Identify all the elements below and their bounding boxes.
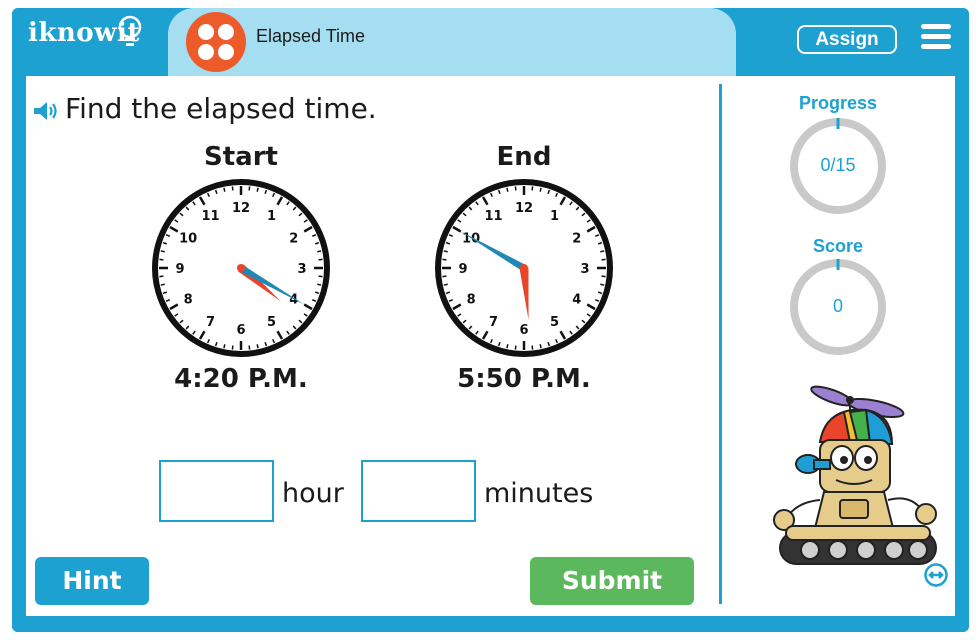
end-label: End xyxy=(496,142,552,172)
end-tick xyxy=(443,250,448,253)
start-clock-number: 3 xyxy=(297,262,306,277)
end-tick xyxy=(539,344,542,349)
lightbulb-logo-icon xyxy=(118,15,142,46)
minutes-label: minutes xyxy=(484,478,594,509)
end-clock: 121234567891011 xyxy=(435,179,613,357)
end-tick xyxy=(539,187,542,192)
lesson-title: Elapsed Time xyxy=(256,26,366,46)
end-clock-number: 12 xyxy=(515,201,533,216)
end-tick xyxy=(506,344,509,349)
hamburger-menu-icon[interactable] xyxy=(921,24,951,50)
start-clock-number: 5 xyxy=(267,315,276,330)
app-frame: iknowit Elapsed Time Assign Find the ela… xyxy=(0,0,980,640)
end-clock-number: 2 xyxy=(572,232,581,247)
end-clock-number: 11 xyxy=(484,209,502,224)
start-tick xyxy=(256,344,259,349)
speaker-icon[interactable] xyxy=(33,100,61,122)
end-clock-number: 3 xyxy=(580,262,589,277)
start-clock-pivot xyxy=(237,264,245,272)
start-tick xyxy=(223,187,226,192)
start-clock-number: 2 xyxy=(289,232,298,247)
progress-value: 0/15 xyxy=(820,155,856,175)
hour-input[interactable] xyxy=(159,460,274,522)
end-tick xyxy=(506,187,509,192)
end-clock-number: 1 xyxy=(550,209,559,224)
end-clock-number: 4 xyxy=(572,293,581,308)
end-tick xyxy=(443,283,448,286)
start-tick xyxy=(256,187,259,192)
end-clock-number: 9 xyxy=(458,262,467,277)
start-clock-number: 9 xyxy=(175,262,184,277)
robot-mascot-icon xyxy=(773,385,937,565)
end-clock-number: 6 xyxy=(519,323,528,338)
resize-arrows-icon[interactable] xyxy=(924,563,948,587)
end-time: 5:50 P.M. xyxy=(457,364,591,394)
end-clock-pivot xyxy=(520,264,528,272)
end-tick xyxy=(600,283,605,286)
start-label: Start xyxy=(204,142,278,172)
start-clock-number: 7 xyxy=(206,315,215,330)
assign-button[interactable]: Assign xyxy=(797,25,897,54)
submit-button[interactable]: Submit xyxy=(530,557,694,605)
end-clock-number: 8 xyxy=(467,293,476,308)
end-clock-number: 7 xyxy=(489,315,498,330)
start-clock-number: 10 xyxy=(179,232,197,247)
question-text: Find the elapsed time. xyxy=(65,92,377,125)
bottom-strip xyxy=(12,616,969,632)
minutes-input[interactable] xyxy=(361,460,476,522)
start-clock: 121234567891011 xyxy=(152,179,330,357)
panel-divider xyxy=(719,84,722,604)
start-clock-number: 12 xyxy=(232,201,250,216)
hint-button[interactable]: Hint xyxy=(35,557,149,605)
start-time: 4:20 P.M. xyxy=(174,364,308,394)
start-clock-number: 1 xyxy=(267,209,276,224)
score-label: Score xyxy=(812,236,864,256)
start-clock-number: 8 xyxy=(184,293,193,308)
start-tick xyxy=(223,344,226,349)
start-tick xyxy=(160,250,165,253)
lesson-dots-icon xyxy=(186,12,246,72)
progress-label: Progress xyxy=(798,93,878,113)
start-tick xyxy=(317,283,322,286)
title-tab xyxy=(168,8,736,76)
start-clock-number: 6 xyxy=(236,323,245,338)
start-clock-number: 11 xyxy=(201,209,219,224)
score-value: 0 xyxy=(832,296,843,316)
start-tick xyxy=(160,283,165,286)
start-tick xyxy=(317,250,322,253)
end-clock-number: 5 xyxy=(550,315,559,330)
hour-label: hour xyxy=(282,478,344,509)
end-tick xyxy=(600,250,605,253)
